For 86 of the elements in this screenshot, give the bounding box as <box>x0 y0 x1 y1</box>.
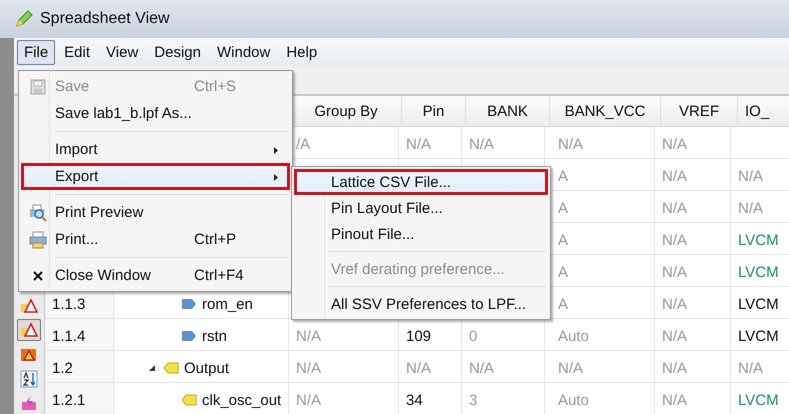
table-cell: LVCM <box>738 392 779 408</box>
warning-icon <box>20 322 38 338</box>
row-number: 1.1.3 <box>52 296 86 312</box>
table-cell: LVCM <box>738 264 779 280</box>
table-cell: LVCM <box>738 232 779 248</box>
row-number: 1.2.1 <box>52 392 86 408</box>
row-number: 1.1.4 <box>52 328 86 344</box>
table-cell: 0 <box>469 328 478 344</box>
table-cell: LVCM <box>738 328 779 344</box>
port-tag-icon <box>163 362 179 374</box>
column-header[interactable]: Group By <box>314 102 378 120</box>
column-header[interactable]: VREF <box>678 102 719 120</box>
table-cell: Auto <box>558 392 589 408</box>
menu-item[interactable]: Window <box>210 40 278 64</box>
table-cell: N/A <box>662 200 688 216</box>
menu-item[interactable]: Save lab1_b.lpf As... <box>21 100 290 127</box>
port-tag-icon <box>181 330 197 342</box>
column-header[interactable]: BANK_VCC <box>564 102 646 120</box>
signal-name: rstn <box>202 328 228 344</box>
printer-icon <box>29 230 47 248</box>
table-cell: N/A <box>738 168 764 184</box>
column-header[interactable]: BANK <box>487 102 528 120</box>
menu-item[interactable]: Pin Layout File... <box>294 195 548 221</box>
column-header[interactable]: Pin <box>422 102 444 120</box>
warning-icon <box>20 298 38 314</box>
menu-item[interactable]: All SSV Preferences to LPF... <box>294 291 548 317</box>
menu-item[interactable]: Print Preview <box>21 199 290 226</box>
table-cell: N/A <box>406 136 432 152</box>
menu-item[interactable]: Design <box>147 40 208 64</box>
menu-item[interactable]: Export <box>21 163 290 190</box>
table-cell: N/A <box>662 328 688 344</box>
table-cell: N/A <box>738 200 764 216</box>
menu-item[interactable]: Edit <box>57 40 98 64</box>
table-cell: A <box>558 264 568 280</box>
expand-triangle-icon[interactable] <box>148 364 156 372</box>
port-tag-icon <box>181 298 197 310</box>
signal-name: rom_en <box>202 296 253 312</box>
table-cell: N/A <box>558 360 584 376</box>
toolbar-button[interactable] <box>17 319 41 341</box>
table-cell: /A <box>296 136 310 152</box>
signal-name: Output <box>184 360 230 376</box>
menu-item[interactable]: Lattice CSV File... <box>294 169 548 195</box>
submenu-arrow-icon <box>274 174 278 181</box>
table-cell: A <box>558 200 568 216</box>
table-cell: N/A <box>296 392 322 408</box>
signal-name: clk_osc_out <box>202 392 282 408</box>
table-cell: N/A <box>469 360 494 376</box>
menu-item[interactable]: Pinout File... <box>294 221 548 247</box>
lightning-icon <box>20 396 38 410</box>
table-cell: A <box>558 232 568 248</box>
row-number: 1.2 <box>52 360 73 376</box>
print-preview-icon <box>29 204 47 222</box>
window-title: Spreadsheet View <box>40 10 170 28</box>
close-icon <box>33 270 43 280</box>
menu-item[interactable]: Help <box>279 40 324 64</box>
table-cell: N/A <box>662 136 688 152</box>
table-cell: LVCM <box>738 296 779 312</box>
table-cell: N/A <box>469 136 494 152</box>
table-cell: N/A <box>662 264 688 280</box>
submenu-arrow-icon <box>274 147 278 154</box>
chip-warning-icon <box>20 346 38 363</box>
table-cell: N/A <box>296 360 322 376</box>
table-cell: N/A <box>662 360 688 376</box>
table-cell: 3 <box>469 392 478 408</box>
table-cell: N/A <box>406 360 432 376</box>
table-cell: N/A <box>296 328 322 344</box>
table-cell: A <box>558 296 568 312</box>
table-cell: N/A <box>738 360 764 376</box>
table-cell: A <box>558 168 568 184</box>
table-cell: Auto <box>558 328 589 344</box>
port-tag-icon <box>181 394 197 406</box>
column-header[interactable]: IO_ <box>745 102 770 120</box>
menu-item[interactable]: Close Window Ctrl+F4 <box>21 262 290 289</box>
menu-item[interactable]: Print... Ctrl+P <box>21 226 290 253</box>
table-cell: N/A <box>662 296 688 312</box>
table-cell: N/A <box>662 232 688 248</box>
table-cell: N/A <box>662 168 688 184</box>
menu-item[interactable]: File <box>17 40 56 64</box>
table-cell: N/A <box>662 392 688 408</box>
sort-icon <box>20 370 38 388</box>
menu-item[interactable]: Import <box>21 136 290 163</box>
table-cell: N/A <box>558 136 584 152</box>
menu-item[interactable]: View <box>99 40 146 64</box>
table-cell: 34 <box>406 392 423 408</box>
table-cell: 109 <box>406 328 432 344</box>
pencil-icon <box>14 9 34 29</box>
